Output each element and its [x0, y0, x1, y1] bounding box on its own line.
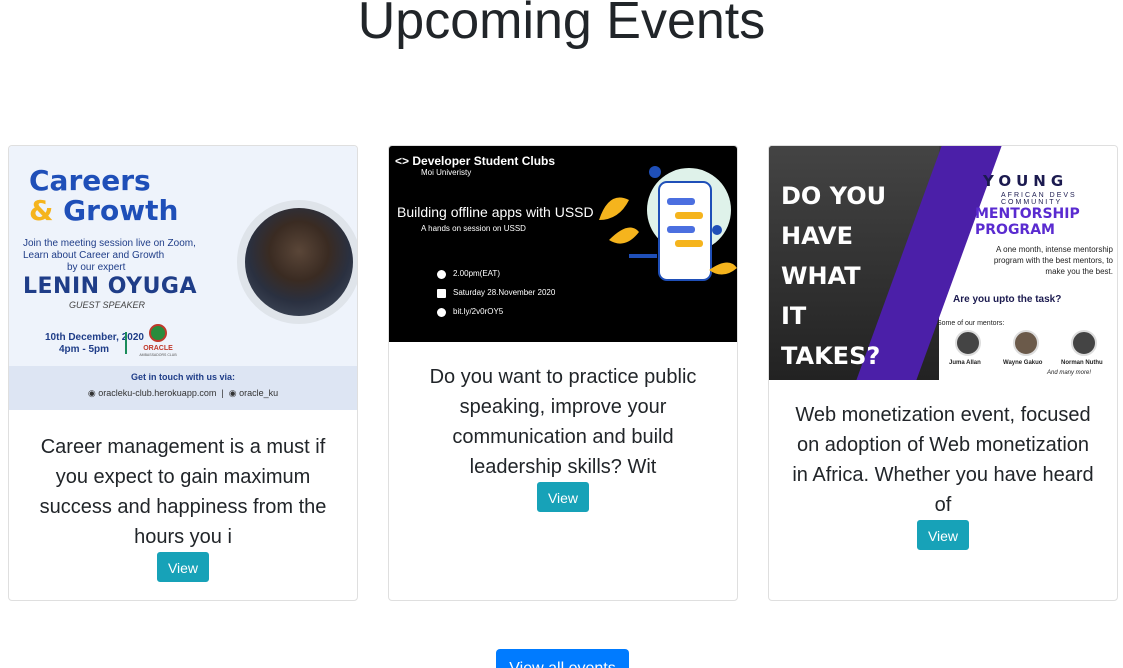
mentor-avatar — [955, 330, 981, 356]
event-poster-image: <> Developer Student Clubs Moi Univerist… — [389, 146, 737, 342]
view-event-button[interactable]: View — [156, 552, 210, 582]
poster-divider — [125, 332, 127, 354]
poster-link: bit.ly/2v0rOY5 — [453, 307, 504, 316]
poster-sub2: Learn about Career and Growth — [23, 250, 165, 261]
dsc-logo-text: <> Developer Student Clubs — [395, 154, 556, 168]
event-card-body: Do you want to practice public speaking,… — [389, 342, 737, 532]
poster-program: MENTORSHIP PROGRAM — [975, 206, 1080, 238]
event-card-mentorship: DO YOU HAVE WHAT IT TAKES? YOUNG AFRICAN… — [768, 145, 1118, 601]
event-card-careers-growth: Careers & Growth Join the meeting sessio… — [8, 145, 358, 601]
poster-title-line1: Careers — [29, 164, 151, 197]
event-card-ussd: <> Developer Student Clubs Moi Univerist… — [388, 145, 738, 601]
mentor-avatar — [1071, 330, 1097, 356]
poster-university: Moi Univeristy — [421, 168, 472, 177]
poster-contact-handle: oracle_ku — [239, 388, 279, 398]
mentor-avatar — [1013, 330, 1039, 356]
calendar-icon — [437, 289, 446, 298]
poster-subtitle: A hands on session on USSD — [421, 224, 526, 233]
poster-headline: DO YOU HAVE WHAT IT TAKES? — [781, 182, 887, 370]
oracle-club-logo: ORACLE AMBASSADORS CLUB — [135, 324, 181, 358]
poster-org-sub: AFRICAN DEVS COMMUNITY — [1001, 192, 1077, 206]
event-poster-image: DO YOU HAVE WHAT IT TAKES? YOUNG AFRICAN… — [769, 146, 1117, 380]
event-description: Do you want to practice public speaking,… — [429, 366, 697, 478]
poster-date: Saturday 28.November 2020 — [453, 288, 556, 297]
poster-footer: Get in touch with us via: ◉ oracleku-clu… — [9, 366, 357, 410]
view-event-button[interactable]: View — [916, 520, 970, 550]
phone-illustration — [599, 166, 737, 281]
event-card-body: Career management is a must if you expec… — [9, 410, 357, 600]
poster-org-name: YOUNG — [983, 172, 1069, 190]
view-all-events-button[interactable]: View all events — [496, 649, 629, 668]
speaker-photo — [237, 200, 357, 324]
poster-sub3: by our expert — [67, 262, 126, 273]
club-logo-text: ORACLE — [143, 345, 173, 352]
page-title: Upcoming Events — [357, 0, 766, 50]
poster-more: And many more! — [1047, 370, 1092, 376]
event-card-body: Web monetization event, focused on adopt… — [769, 380, 1117, 570]
poster-speaker-role: GUEST SPEAKER — [69, 300, 146, 310]
mentor-name: Juma Allan — [949, 360, 981, 366]
location-pin-icon — [437, 308, 446, 317]
poster-sub1: Join the meeting session live on Zoom, — [23, 238, 196, 249]
poster-title-line2: Growth — [63, 194, 179, 227]
view-event-button[interactable]: View — [536, 482, 590, 512]
event-poster-image: Careers & Growth Join the meeting sessio… — [9, 146, 357, 410]
social-icon: ◉ — [228, 388, 237, 398]
poster-speaker-name: LENIN OYUGA — [23, 274, 198, 299]
club-logo-sub: AMBASSADORS CLUB — [139, 353, 177, 357]
poster-question: Are you upto the task? — [953, 294, 1062, 305]
event-description: Career management is a must if you expec… — [39, 436, 327, 548]
poster-contact-site: oracleku-club.herokuapp.com — [98, 388, 217, 398]
poster-time: 4pm - 5pm — [59, 344, 110, 355]
globe-icon: ◉ — [87, 388, 96, 398]
poster-time: 2.00pm(EAT) — [453, 269, 500, 278]
event-description: Web monetization event, focused on adopt… — [792, 404, 1094, 516]
clock-icon — [437, 270, 446, 279]
mentor-name: Wayne Gakuo — [1003, 360, 1043, 366]
poster-description: A one month, intense mentorship program … — [993, 245, 1113, 276]
poster-title-amp: & — [29, 194, 54, 227]
mentor-name: Norman Nuthu — [1061, 360, 1103, 366]
poster-mentors-heading: Some of our mentors: — [937, 320, 1005, 327]
poster-contact-heading: Get in touch with us via: — [130, 372, 235, 382]
poster-date: 10th December, 2020 — [45, 332, 144, 343]
poster-title: Building offline apps with USSD — [397, 204, 594, 220]
